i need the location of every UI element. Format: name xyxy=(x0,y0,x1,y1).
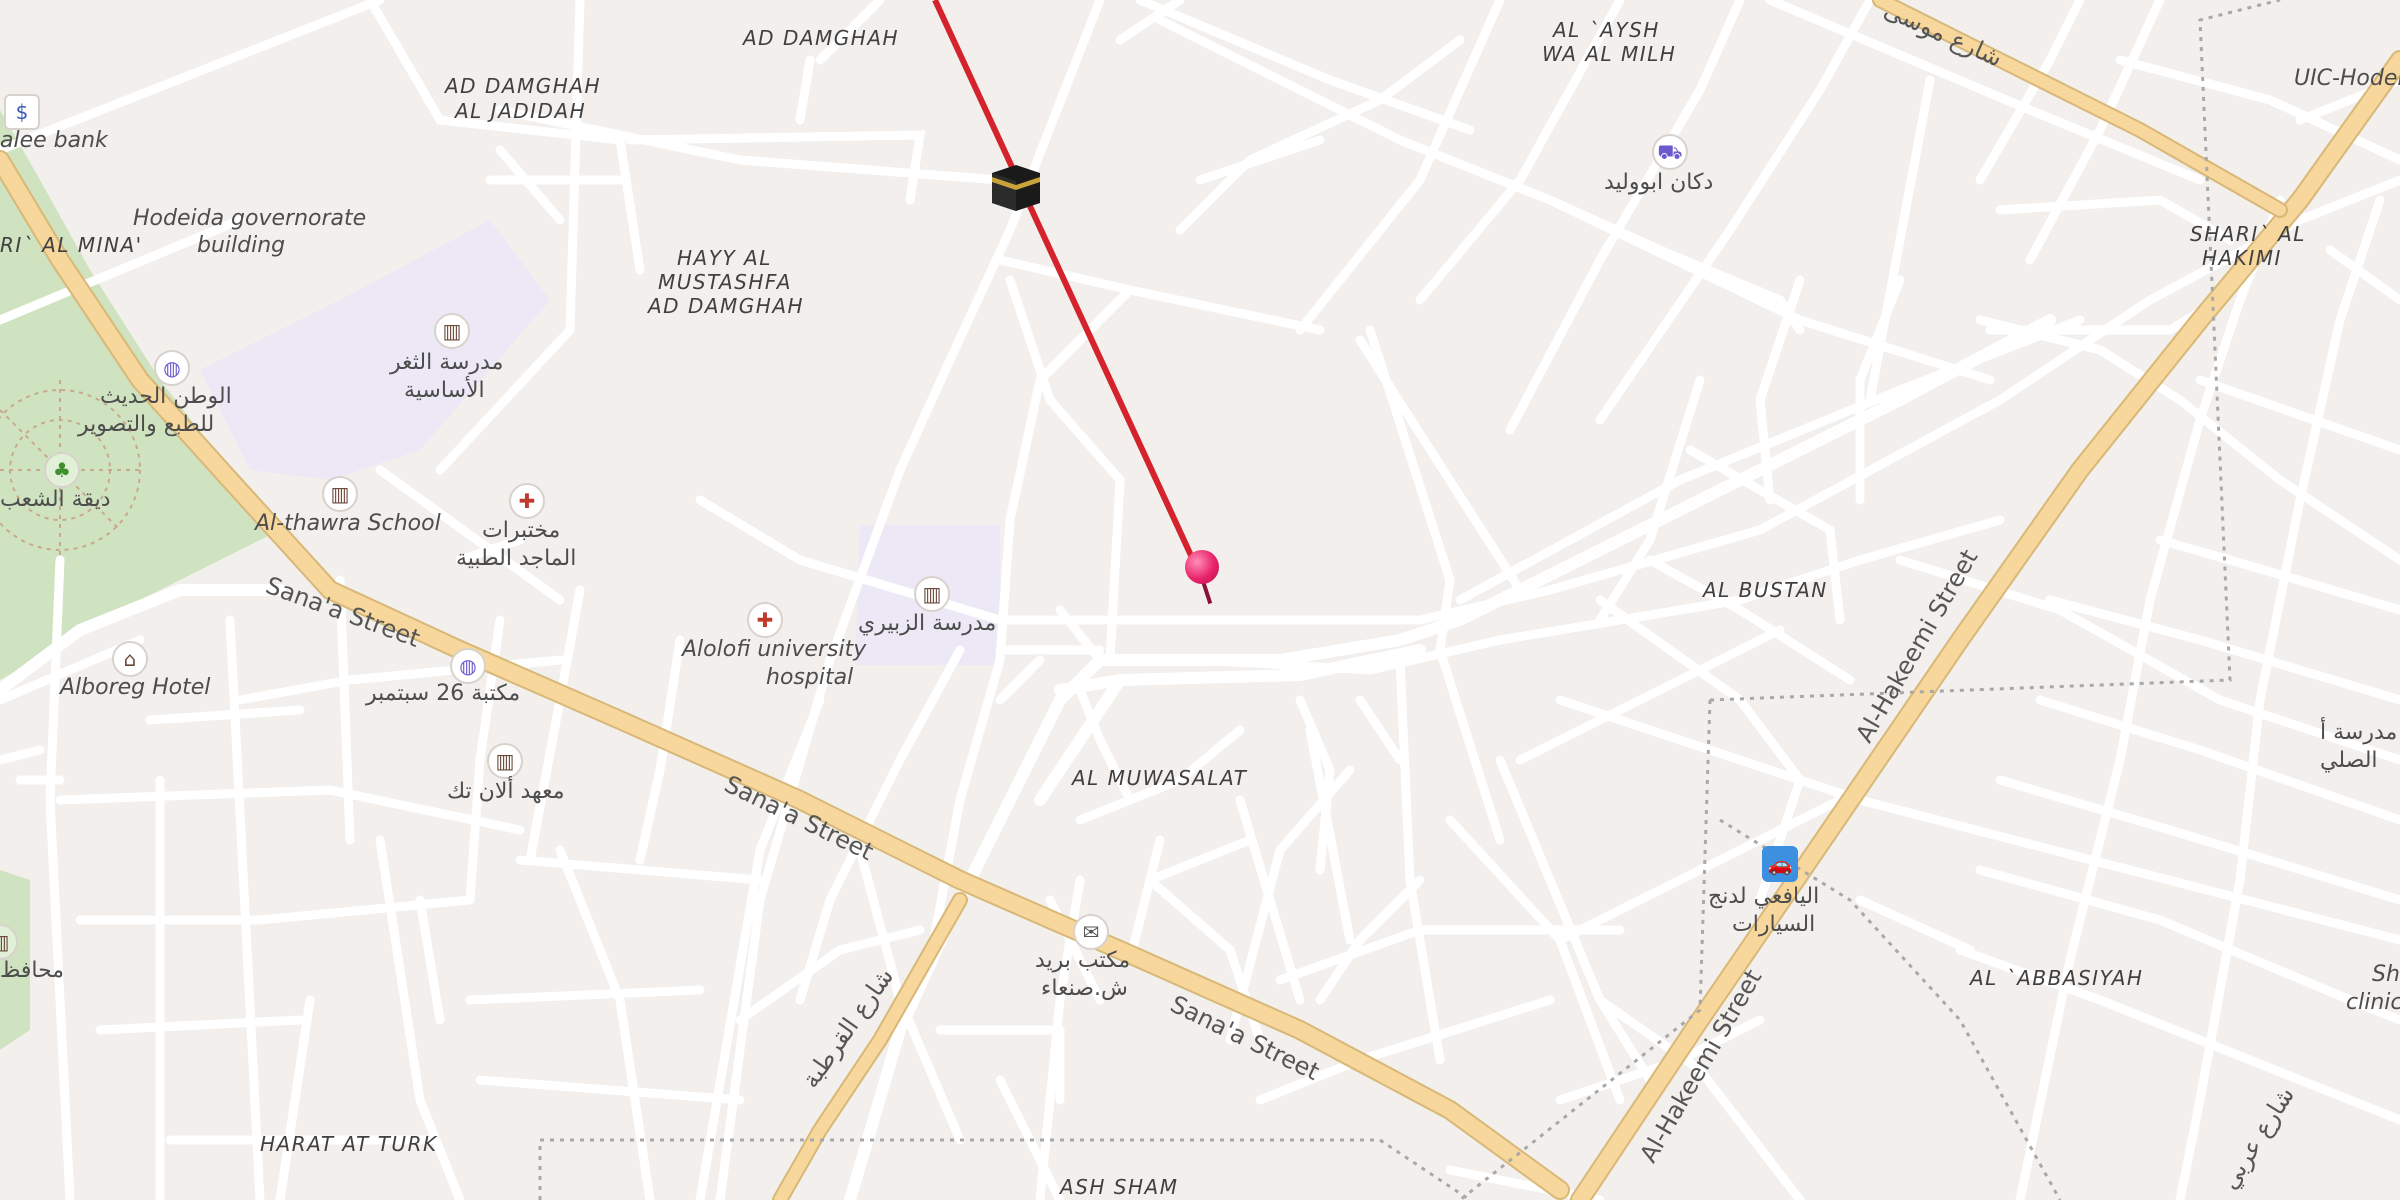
district-label: HAYY AL xyxy=(677,246,772,270)
poi-label: اليافعي لدنج xyxy=(1708,884,1820,909)
district-label: RI` AL MINA' xyxy=(0,233,143,257)
poi-label: مدرسة أ xyxy=(2320,720,2398,745)
kaaba-icon xyxy=(990,163,1042,213)
district-label: AL JADIDAH xyxy=(455,99,587,123)
school-icon[interactable]: ▥ xyxy=(487,743,523,779)
district-label: HARAT AT TURK xyxy=(260,1132,438,1156)
district-label: AL `ABBASIYAH xyxy=(1970,966,2144,990)
school-icon[interactable]: ▥ xyxy=(434,313,470,349)
poi-label: الماجد الطبية xyxy=(456,546,577,571)
poi-label: Sh xyxy=(2372,962,2400,987)
bank-icon[interactable]: $ xyxy=(4,94,40,130)
poi-label: مدرسة الثغر xyxy=(390,350,504,375)
poi-label: معهد ألان تك xyxy=(447,779,565,804)
poi-label: building xyxy=(197,233,286,258)
district-label: AD DAMGHAH xyxy=(648,294,805,318)
poi-label: مختبرات xyxy=(482,518,561,543)
district-label: MUSTASHFA xyxy=(658,270,792,294)
poi-label: السيارات xyxy=(1732,912,1816,937)
school-icon[interactable]: ▥ xyxy=(322,476,358,512)
bed-icon[interactable]: ⌂ xyxy=(112,641,148,677)
district-label: HAKIMI xyxy=(2202,246,2282,270)
poi-label: مدرسة الزبيري xyxy=(858,611,997,636)
cart-icon[interactable]: ⛟ xyxy=(1652,134,1688,170)
hospital-icon[interactable]: ✚ xyxy=(509,483,545,519)
poi-label: الأساسية xyxy=(404,378,485,403)
district-label: AL `AYSH xyxy=(1553,18,1660,42)
poi-label: ديقة الشعب xyxy=(0,487,111,512)
district-label: AL MUWASALAT xyxy=(1072,766,1248,790)
district-label: AD DAMGHAH xyxy=(743,26,900,50)
poi-label: Hodeida governorate xyxy=(133,206,367,231)
poi-label: Alolofi university xyxy=(682,637,867,662)
mail-icon[interactable]: ✉ xyxy=(1073,914,1109,950)
poi-label: Alboreg Hotel xyxy=(60,675,211,700)
poi-label: clinic xyxy=(2346,990,2400,1015)
poi-label: مكتب بريد xyxy=(1035,948,1131,973)
shopping-bag-icon[interactable]: ◍ xyxy=(154,350,190,386)
poi-label: محافظ xyxy=(0,958,65,983)
hospital-icon[interactable]: ✚ xyxy=(747,602,783,638)
district-label: ASH SHAM xyxy=(1060,1175,1179,1199)
poi-label: ش.صنعاء xyxy=(1041,976,1128,1001)
car-icon[interactable]: 🚗 xyxy=(1762,846,1798,882)
poi-label: مكتبة 26 سبتمبر xyxy=(366,681,521,706)
poi-label: الصلي xyxy=(2320,748,2378,773)
district-label: AL BUSTAN xyxy=(1703,578,1828,602)
tree-icon[interactable]: ♣ xyxy=(44,452,80,488)
district-label: AD DAMGHAH xyxy=(445,74,602,98)
district-label: SHARI` AL xyxy=(2190,222,2306,246)
school-icon[interactable]: ▥ xyxy=(914,576,950,612)
district-label: WA AL MILH xyxy=(1542,42,1677,66)
poi-label: Al-thawra School xyxy=(255,511,441,536)
poi-label: دكان ابووليد xyxy=(1604,170,1714,195)
map-canvas[interactable]: AD DAMGHAH AD DAMGHAH AL JADIDAH AL `AYS… xyxy=(0,0,2400,1200)
poi-label: الوطن الحديث xyxy=(100,384,232,409)
poi-label: UIC-Hodei xyxy=(2294,66,2400,91)
poi-label: للطبع والتصوير xyxy=(78,412,215,437)
shopping-bag-icon[interactable]: ◍ xyxy=(450,648,486,684)
poi-label: hospital xyxy=(766,665,854,690)
poi-label: alee bank xyxy=(0,128,108,153)
